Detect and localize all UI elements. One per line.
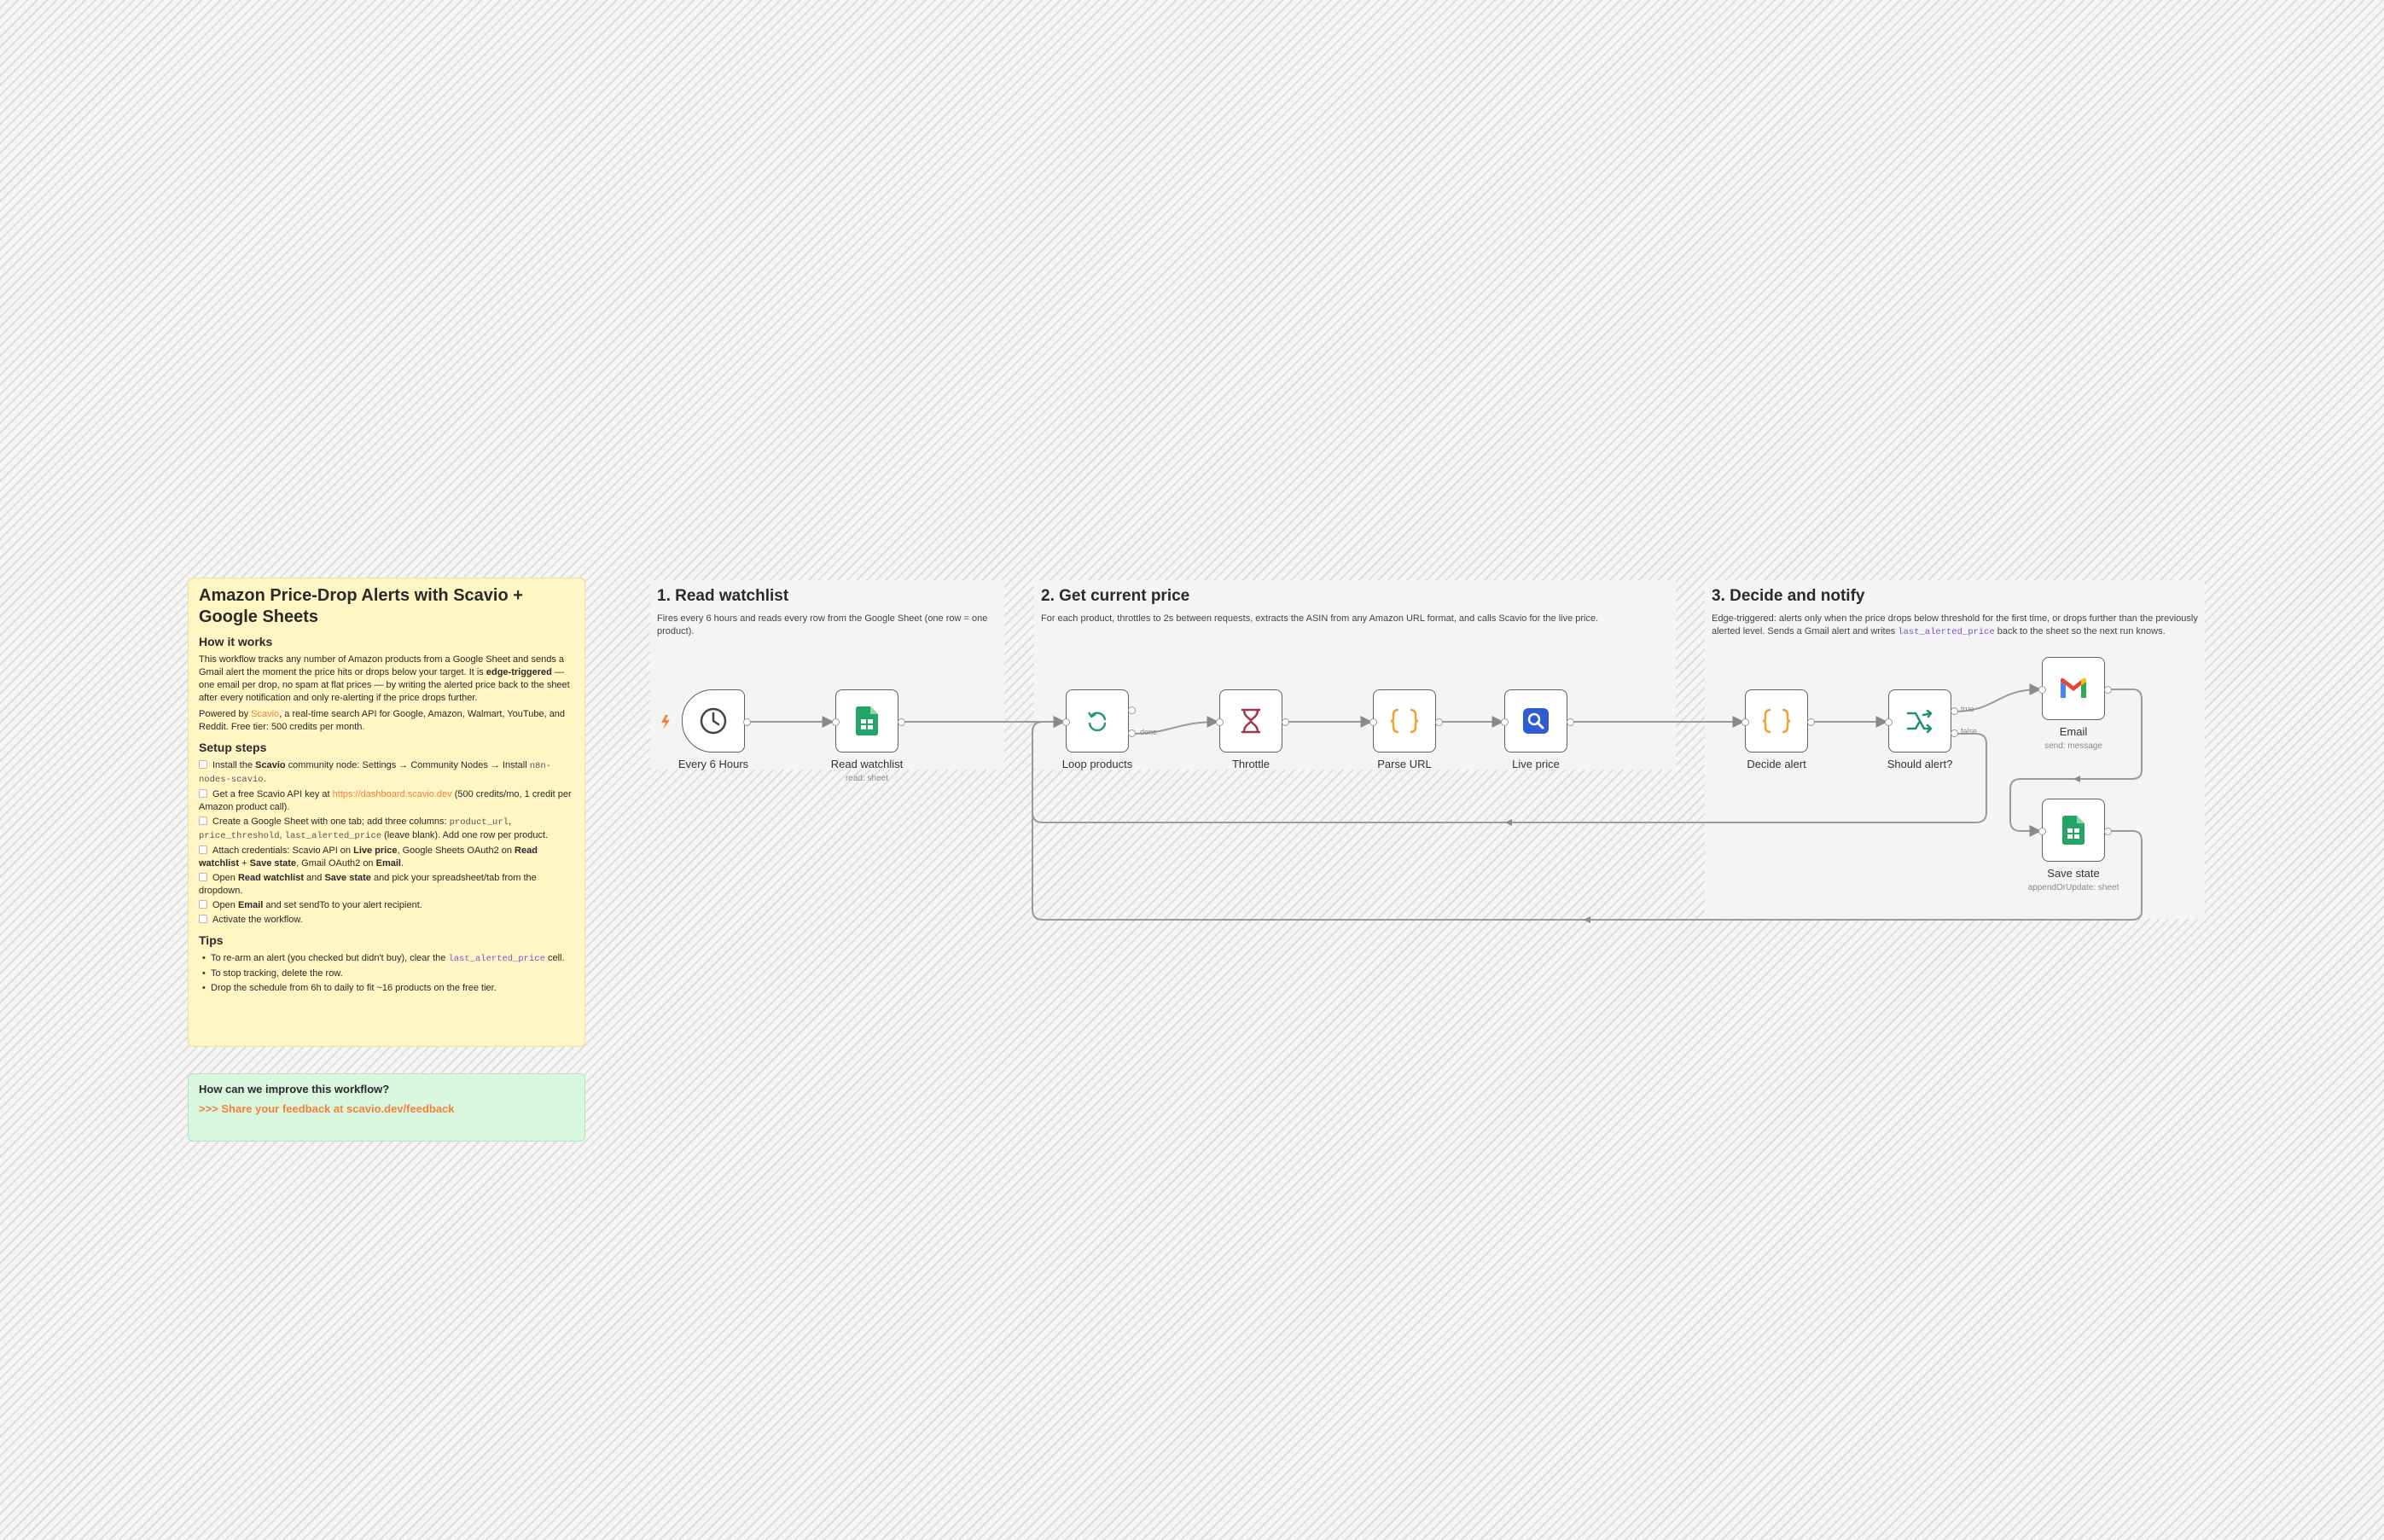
- output-port[interactable]: [1567, 718, 1574, 726]
- code-braces-icon: [1390, 708, 1419, 734]
- wire-save-loop: [1032, 716, 2143, 921]
- branch-label-false: false: [1961, 727, 1978, 735]
- input-port[interactable]: [832, 718, 840, 726]
- node-loop-products[interactable]: [1066, 689, 1129, 753]
- node-label: Email: [2059, 725, 2088, 738]
- google-sheets-icon: [856, 706, 878, 735]
- input-port[interactable]: [1741, 718, 1749, 726]
- node-subtitle: appendOrUpdate: sheet: [2027, 883, 2119, 892]
- node-label: Decide alert: [1747, 758, 1806, 770]
- output-port[interactable]: [1807, 718, 1815, 726]
- node-every-6-hours[interactable]: [682, 689, 745, 753]
- output-port-true[interactable]: [1951, 707, 1958, 715]
- output-port-loop[interactable]: [1128, 729, 1136, 737]
- node-label: Save state: [2047, 867, 2100, 880]
- node-decide-alert[interactable]: [1745, 689, 1808, 753]
- input-port[interactable]: [1216, 718, 1224, 726]
- node-save-state[interactable]: [2042, 799, 2105, 862]
- node-label: Throttle: [1231, 758, 1270, 770]
- node-label: Read watchlist: [830, 758, 904, 770]
- input-port[interactable]: [1369, 718, 1377, 726]
- node-label: Every 6 Hours: [677, 758, 749, 770]
- mid-arrow: [1505, 819, 1512, 826]
- output-port[interactable]: [898, 718, 905, 726]
- node-label: Loop products: [1061, 758, 1133, 770]
- node-label: Live price: [1512, 758, 1560, 770]
- input-port[interactable]: [2038, 686, 2046, 694]
- loop-icon: [1087, 712, 1107, 732]
- mid-arrow: [1584, 916, 1590, 923]
- code-braces-icon: [1762, 708, 1791, 734]
- node-live-price[interactable]: [1504, 689, 1567, 753]
- node-parse-url[interactable]: [1373, 689, 1436, 753]
- output-port[interactable]: [743, 718, 751, 726]
- if-branch-icon: [1906, 709, 1933, 734]
- hourglass-icon: [1241, 708, 1261, 734]
- node-read-watchlist[interactable]: [835, 689, 898, 753]
- branch-label-true: true: [1961, 705, 1974, 713]
- input-port[interactable]: [1885, 718, 1893, 726]
- input-port[interactable]: [1062, 718, 1070, 726]
- google-sheets-icon: [2062, 816, 2085, 845]
- scavio-search-icon: [1523, 708, 1549, 734]
- trigger-bolt-icon: [661, 715, 670, 729]
- input-port[interactable]: [1501, 718, 1509, 726]
- clock-icon: [700, 707, 727, 735]
- node-label: Parse URL: [1377, 758, 1432, 770]
- branch-label: done: [1140, 728, 1158, 736]
- node-label: Should alert?: [1887, 758, 1953, 770]
- output-port-done[interactable]: [1128, 706, 1136, 714]
- output-port-false[interactable]: [1951, 729, 1958, 737]
- output-port[interactable]: [2104, 686, 2112, 694]
- output-port[interactable]: [1282, 718, 1289, 726]
- input-port[interactable]: [2038, 828, 2046, 835]
- mid-arrow: [2073, 776, 2080, 782]
- output-port[interactable]: [1435, 718, 1443, 726]
- output-port[interactable]: [2104, 828, 2112, 835]
- node-should-alert[interactable]: [1888, 689, 1951, 753]
- node-subtitle: send: message: [2044, 741, 2102, 751]
- node-email[interactable]: [2042, 657, 2105, 720]
- node-throttle[interactable]: [1219, 689, 1282, 753]
- gmail-icon: [2061, 677, 2086, 698]
- node-subtitle: read: sheet: [845, 774, 889, 783]
